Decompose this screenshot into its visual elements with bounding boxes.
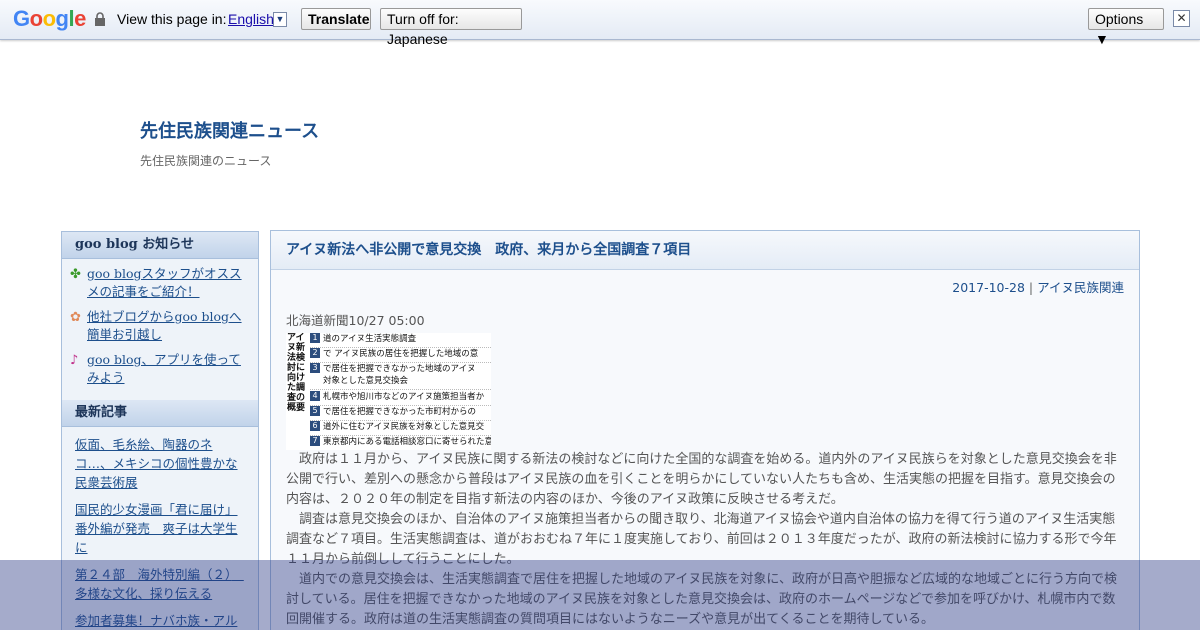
- google-logo: Google: [13, 6, 86, 31]
- notice-link[interactable]: goo blog、アプリを使ってみよう: [87, 352, 241, 385]
- view-page-label: View this page in:: [117, 11, 227, 27]
- close-icon[interactable]: ✕: [1173, 10, 1190, 27]
- meta-separator: |: [1028, 280, 1034, 295]
- notice-link[interactable]: goo blogスタッフがオススメの記事をご紹介！: [87, 266, 242, 299]
- figure-row: 対象とした意見交換会: [323, 376, 409, 386]
- flower-icon: ✿: [70, 310, 81, 325]
- language-select[interactable]: English: [228, 11, 274, 27]
- post-category[interactable]: アイヌ民族関連: [1037, 280, 1124, 295]
- notice-heading: goo blog お知らせ: [62, 232, 258, 259]
- notice-link[interactable]: 他社ブログからgoo blogへ簡単お引越し: [87, 309, 242, 342]
- figure-row: 7 東京都内にある電話相談窓口に寄せられた意: [310, 436, 491, 449]
- notice-item[interactable]: ✤ goo blogスタッフがオススメの記事をご紹介！: [70, 265, 248, 301]
- article-figure: アイヌ新法検討に向けた調査の概要 1 道のアイヌ生活実態調査 2で アイヌ民族の居…: [286, 333, 491, 450]
- notice-item[interactable]: ♪ goo blog、アプリを使ってみよう: [70, 351, 248, 387]
- blog-title[interactable]: 先住民族関連ニュース: [140, 117, 319, 143]
- figure-row: 4 札幌市や旭川市などのアイヌ施策担当者か: [310, 391, 484, 404]
- post-date[interactable]: 2017-10-28: [952, 280, 1025, 295]
- recent-heading: 最新記事: [62, 400, 258, 427]
- figure-row: 6 道外に住むアイヌ民族を対象とした意見交: [310, 421, 484, 434]
- clover-icon: ✤: [70, 267, 81, 282]
- lock-icon: [94, 12, 106, 29]
- list-item[interactable]: 仮面、毛糸絵、陶器のネコ…、メキシコの個性豊かな民衆芸術展: [75, 435, 248, 492]
- notice-item[interactable]: ✿ 他社ブログからgoo blogへ簡単お引越し: [70, 308, 248, 344]
- figure-title: アイヌ新法検討に向けた調査の概要: [287, 333, 306, 413]
- notice-list: ✤ goo blogスタッフがオススメの記事をご紹介！ ✿ 他社ブログからgoo…: [62, 259, 258, 400]
- chevron-down-icon[interactable]: ▼: [273, 12, 287, 27]
- options-button[interactable]: Options ▼: [1088, 8, 1164, 47]
- post-title[interactable]: アイヌ新法へ非公開で意見交換 政府、来月から全国調査７項目: [271, 231, 1139, 270]
- post-meta: 2017-10-28 | アイヌ民族関連: [952, 277, 1124, 296]
- list-item[interactable]: 国民的少女漫画「君に届け」番外編が発売 爽子は大学生に: [75, 500, 248, 557]
- figure-row: 5 で居住を把握できなかった市町村からの: [310, 406, 476, 419]
- music-note-icon: ♪: [70, 353, 79, 368]
- figure-row: 2で アイヌ民族の居住を把握した地域の意: [310, 348, 478, 361]
- turn-off-button[interactable]: Turn off for: Japanese: [380, 8, 522, 47]
- translate-bar: Google View this page in: English ▼ Tran…: [0, 0, 1200, 47]
- source-line: 北海道新聞10/27 05:00: [286, 313, 425, 328]
- recent-link[interactable]: 仮面、毛糸絵、陶器のネコ…、メキシコの個性豊かな民衆芸術展: [75, 437, 238, 490]
- recent-link[interactable]: 国民的少女漫画「君に届け」番外編が発売 爽子は大学生に: [75, 502, 238, 555]
- translate-button[interactable]: Translate: [301, 8, 371, 30]
- figure-divider: [310, 389, 491, 390]
- overlay-banner: [0, 560, 1200, 630]
- figure-row: 1 道のアイヌ生活実態調査: [310, 333, 416, 346]
- article-paragraph: 政府は１１月から、アイヌ民族に関する新法の検討などに向けた全国的な調査を始める。…: [286, 452, 1117, 507]
- blog-description: 先住民族関連のニュース: [140, 154, 272, 168]
